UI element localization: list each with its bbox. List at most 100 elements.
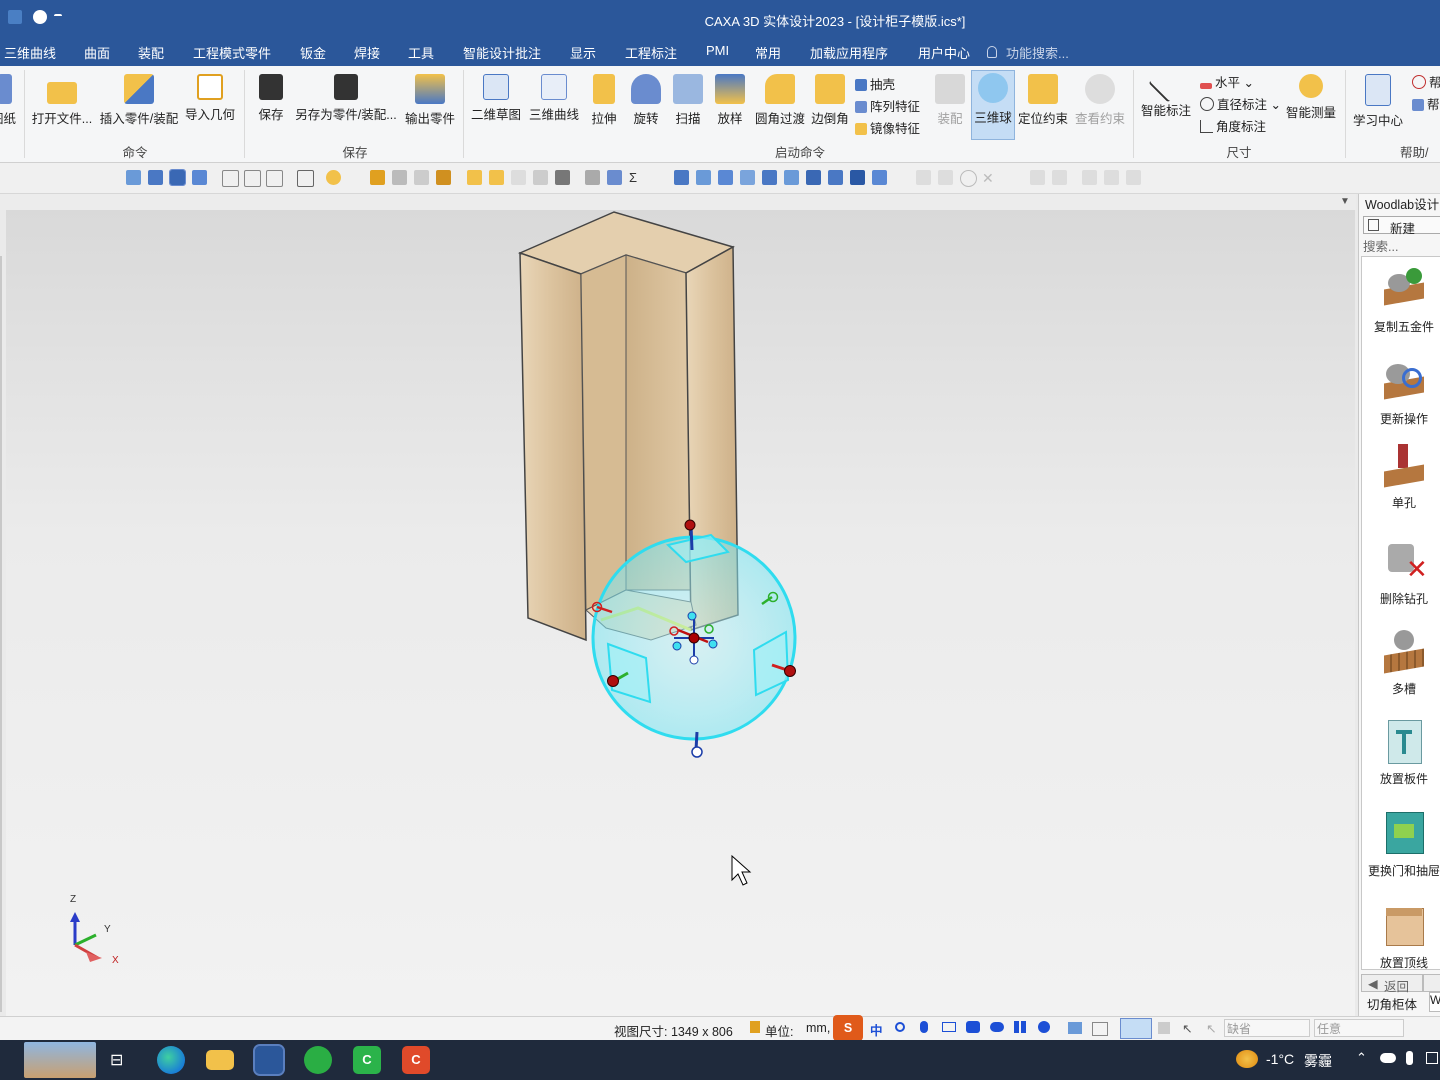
handle-left-knob[interactable]	[607, 675, 619, 687]
view-iso-4-icon[interactable]	[872, 170, 887, 185]
tab-engineering-dim[interactable]: 工程标注	[625, 43, 677, 62]
view-solid-icon[interactable]	[192, 170, 207, 185]
tab-display[interactable]: 显示	[570, 43, 596, 62]
weather-temperature[interactable]: -1°C	[1266, 1051, 1294, 1067]
view-back-icon[interactable]	[696, 170, 711, 185]
ime-language[interactable]: 中	[870, 1020, 883, 1039]
render-2-icon[interactable]	[392, 170, 407, 185]
filter-combo-any[interactable]: 任意	[1314, 1019, 1404, 1037]
sweep-button[interactable]: 扫描	[670, 72, 706, 127]
c-app-green-icon[interactable]: C	[353, 1046, 381, 1074]
render-4-icon[interactable]	[436, 170, 451, 185]
viewport-dropdown-icon[interactable]: ▼	[1340, 196, 1350, 207]
view-iso-3-icon[interactable]	[850, 170, 865, 185]
pattern-button[interactable]: 阵列特征	[855, 96, 920, 115]
tab-sheet-metal[interactable]: 钣金	[300, 43, 326, 62]
tab-tools[interactable]: 工具	[408, 43, 434, 62]
select-pointer-2-icon[interactable]: ↖	[1206, 1021, 1216, 1036]
tab-smart-annotation[interactable]: 智能设计批注	[463, 43, 541, 62]
handle-right-knob[interactable]	[784, 665, 796, 677]
render-3-icon[interactable]	[414, 170, 429, 185]
widget-thumbnail[interactable]	[24, 1042, 96, 1078]
weather-icon[interactable]	[1236, 1050, 1258, 1068]
misc-1-icon[interactable]	[1030, 170, 1045, 185]
status-tool-3-icon[interactable]	[1158, 1022, 1170, 1034]
hidden-line-icon[interactable]	[244, 170, 261, 187]
handle-bottom-knob[interactable]	[691, 746, 703, 758]
tab-surface[interactable]: 曲面	[84, 43, 110, 62]
diameter-dim-button[interactable]: 直径标注 ⌄	[1200, 94, 1281, 113]
snap-2-icon[interactable]	[938, 170, 953, 185]
save-as-button[interactable]: 另存为零件/装配...	[292, 72, 400, 123]
chamfer-button[interactable]: 边倒角	[808, 72, 852, 127]
edge-browser-icon[interactable]	[157, 1046, 185, 1074]
weather-description[interactable]: 雾霾	[1304, 1051, 1332, 1071]
light-bulb-icon[interactable]	[326, 170, 341, 185]
tab-w[interactable]: W	[1429, 992, 1440, 1012]
sogou-ime-icon[interactable]: S	[833, 1015, 863, 1041]
center-handle-down[interactable]	[689, 655, 699, 665]
export-part-button[interactable]: 输出零件	[402, 72, 458, 127]
file-explorer-icon[interactable]	[206, 1050, 234, 1070]
curve-3d-button[interactable]: 三维曲线	[526, 72, 582, 123]
properties-icon[interactable]	[297, 170, 314, 187]
snap-3-icon[interactable]	[960, 170, 977, 187]
component-2-icon[interactable]	[489, 170, 504, 185]
new-button[interactable]: 新建	[1363, 216, 1440, 236]
sketch-2d-button[interactable]: 二维草图	[470, 72, 522, 123]
tab-engineering-part[interactable]: 工程模式零件	[193, 43, 271, 62]
help-button-1[interactable]: 帮	[1412, 72, 1440, 91]
angle-dim-button[interactable]: 角度标注	[1200, 116, 1266, 135]
view-front-icon[interactable]	[674, 170, 689, 185]
component-4-icon[interactable]	[533, 170, 548, 185]
tab-assembly[interactable]: 装配	[138, 43, 164, 62]
save-button[interactable]: 保存	[252, 72, 290, 123]
tab-welding[interactable]: 焊接	[354, 43, 380, 62]
ime-settings-icon[interactable]	[1038, 1021, 1050, 1033]
ime-grid-icon[interactable]	[1014, 1021, 1026, 1033]
back-button[interactable]: ◀ 返回	[1361, 974, 1423, 994]
tab-3d-curve[interactable]: 三维曲线	[4, 43, 56, 62]
learning-center-button[interactable]: 学习中心	[1350, 72, 1406, 129]
wechat-icon[interactable]	[304, 1046, 332, 1074]
misc-5-icon[interactable]	[1126, 170, 1141, 185]
sum-icon[interactable]: Σ	[629, 170, 644, 185]
triball-center[interactable]	[688, 632, 700, 644]
delete-drill-item[interactable]: ✕ 删除钻孔	[1363, 540, 1440, 607]
triball-button[interactable]: 三维球	[971, 70, 1015, 140]
insert-part-button[interactable]: 插入零件/装配	[96, 72, 182, 127]
open-file-button[interactable]: 打开文件...	[30, 72, 94, 127]
fillet-button[interactable]: 圆角过渡	[752, 72, 808, 127]
view-top-icon[interactable]	[762, 170, 777, 185]
misc-3-icon[interactable]	[1082, 170, 1097, 185]
single-hole-item[interactable]: 单孔	[1363, 444, 1440, 511]
tray-network-icon[interactable]	[1426, 1052, 1438, 1064]
panel-forward-button[interactable]	[1423, 974, 1440, 992]
view-bottom-icon[interactable]	[784, 170, 799, 185]
center-handle-up[interactable]	[687, 611, 697, 621]
import-geometry-button[interactable]: 导入几何	[182, 72, 238, 123]
position-constraint-button[interactable]: 定位约束	[1015, 72, 1071, 127]
tool-a-icon[interactable]	[585, 170, 600, 185]
shell-button[interactable]: 抽壳	[855, 74, 895, 93]
cloud-icon[interactable]	[1380, 1053, 1396, 1063]
microphone-icon[interactable]	[920, 1021, 928, 1033]
tab-common[interactable]: 常用	[755, 43, 781, 62]
snap-icon[interactable]	[916, 170, 931, 185]
panel-search-input[interactable]: 搜索...	[1363, 236, 1398, 255]
3d-viewport[interactable]: Z Y X	[6, 210, 1355, 1016]
wireframe-icon[interactable]	[222, 170, 239, 187]
ime-tool-icon[interactable]	[990, 1022, 1004, 1032]
component-icon[interactable]	[467, 170, 482, 185]
handle-top-knob[interactable]	[684, 519, 696, 531]
snap-close-icon[interactable]: ✕	[982, 170, 997, 186]
misc-2-icon[interactable]	[1052, 170, 1067, 185]
update-operation-item[interactable]: 更新操作	[1363, 360, 1440, 427]
status-tool-2-icon[interactable]	[1092, 1022, 1108, 1036]
view-mode-dropdown[interactable]	[1120, 1018, 1152, 1039]
view-shaded-icon[interactable]	[126, 170, 141, 185]
view-realistic-icon[interactable]	[169, 169, 186, 186]
tab-load-apps[interactable]: 加载应用程序	[810, 43, 888, 62]
tray-chevron-icon[interactable]: ⌃	[1356, 1050, 1367, 1066]
component-3-icon[interactable]	[511, 170, 526, 185]
